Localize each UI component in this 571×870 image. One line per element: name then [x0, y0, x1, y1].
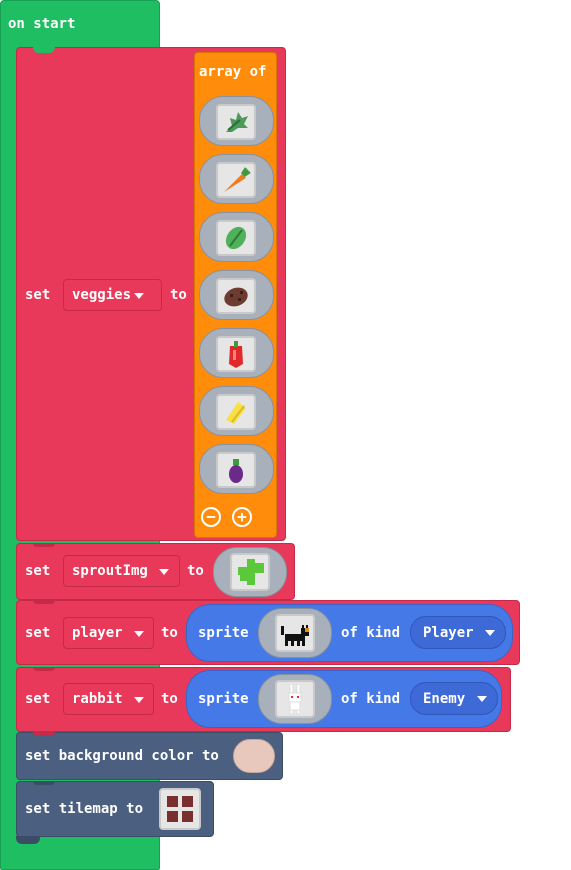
rabbit-kind-dropdown[interactable]: Enemy — [410, 682, 498, 715]
on-start-label: on start — [8, 16, 76, 32]
lettuce-sprite-icon — [225, 226, 247, 250]
chevron-down-icon — [477, 696, 487, 702]
set-label: set — [25, 287, 51, 303]
array-item-slot[interactable] — [199, 328, 274, 378]
array-item-thumb — [216, 104, 256, 140]
set-tilemap-label: set tilemap to — [25, 801, 144, 817]
add-item-button[interactable]: + — [232, 507, 252, 527]
set-label: set — [25, 691, 51, 707]
rabbit-variable-name: rabbit — [72, 691, 123, 707]
of-kind-label: of kind — [341, 691, 401, 707]
array-item-thumb — [216, 220, 256, 256]
set-label: set — [25, 625, 51, 641]
chevron-down-icon — [134, 631, 144, 637]
array-item-thumb — [216, 452, 256, 488]
rabbit-image-thumb — [275, 680, 315, 718]
rabbit-sprite-icon — [288, 683, 302, 715]
of-kind-label: of kind — [341, 625, 401, 641]
array-item-slot[interactable] — [199, 154, 274, 204]
sprout-sprite-icon — [238, 559, 264, 585]
to-label: to — [161, 691, 178, 707]
chevron-down-icon — [485, 630, 495, 636]
corn-sprite-icon — [226, 402, 246, 424]
player-image-slot[interactable] — [258, 608, 332, 658]
to-label: to — [161, 625, 178, 641]
player-variable-dropdown[interactable]: player — [63, 617, 154, 649]
sproutimg-variable-dropdown[interactable]: sproutImg — [63, 555, 180, 587]
pepper-sprite-icon — [229, 341, 243, 368]
remove-item-button[interactable]: − — [201, 507, 221, 527]
array-item-slot[interactable] — [199, 444, 274, 494]
array-item-thumb — [216, 162, 256, 198]
carrot-sprite-icon — [224, 167, 251, 192]
tilemap-icon — [167, 796, 193, 822]
rabbit-variable-dropdown[interactable]: rabbit — [63, 683, 154, 715]
player-kind-value: Player — [423, 625, 474, 641]
array-item-thumb — [216, 336, 256, 372]
veggies-variable-name: veggies — [72, 287, 132, 303]
sprout-image-slot[interactable] — [213, 547, 287, 597]
sproutimg-variable-name: sproutImg — [72, 563, 148, 579]
player-kind-dropdown[interactable]: Player — [410, 616, 506, 649]
chevron-down-icon — [134, 293, 144, 299]
sprite-label: sprite — [198, 691, 249, 707]
chevron-down-icon — [134, 697, 144, 703]
eggplant-sprite-icon — [229, 459, 243, 483]
on-start-footer — [16, 836, 40, 844]
veggies-variable-dropdown[interactable]: veggies — [63, 279, 162, 311]
sprout-image-thumb — [230, 553, 270, 591]
background-color-swatch[interactable] — [233, 739, 275, 773]
to-label: to — [187, 563, 204, 579]
leaf-sprite-icon — [226, 112, 248, 132]
to-label: to — [170, 287, 187, 303]
array-item-thumb — [216, 394, 256, 430]
cat-sprite-icon — [281, 625, 309, 646]
array-item-slot[interactable] — [199, 386, 274, 436]
array-item-slot[interactable] — [199, 270, 274, 320]
set-label: set — [25, 563, 51, 579]
array-of-label: array of — [199, 64, 267, 80]
rabbit-image-slot[interactable] — [258, 674, 332, 724]
player-image-thumb — [275, 614, 315, 652]
array-item-thumb — [216, 278, 256, 314]
rabbit-kind-value: Enemy — [423, 691, 466, 707]
player-variable-name: player — [72, 625, 123, 641]
set-background-color-label: set background color to — [25, 748, 219, 764]
tilemap-picker[interactable] — [159, 788, 201, 830]
array-item-slot[interactable] — [199, 96, 274, 146]
sprite-label: sprite — [198, 625, 249, 641]
array-item-slot[interactable] — [199, 212, 274, 262]
chevron-down-icon — [159, 569, 169, 575]
potato-sprite-icon — [224, 287, 248, 307]
